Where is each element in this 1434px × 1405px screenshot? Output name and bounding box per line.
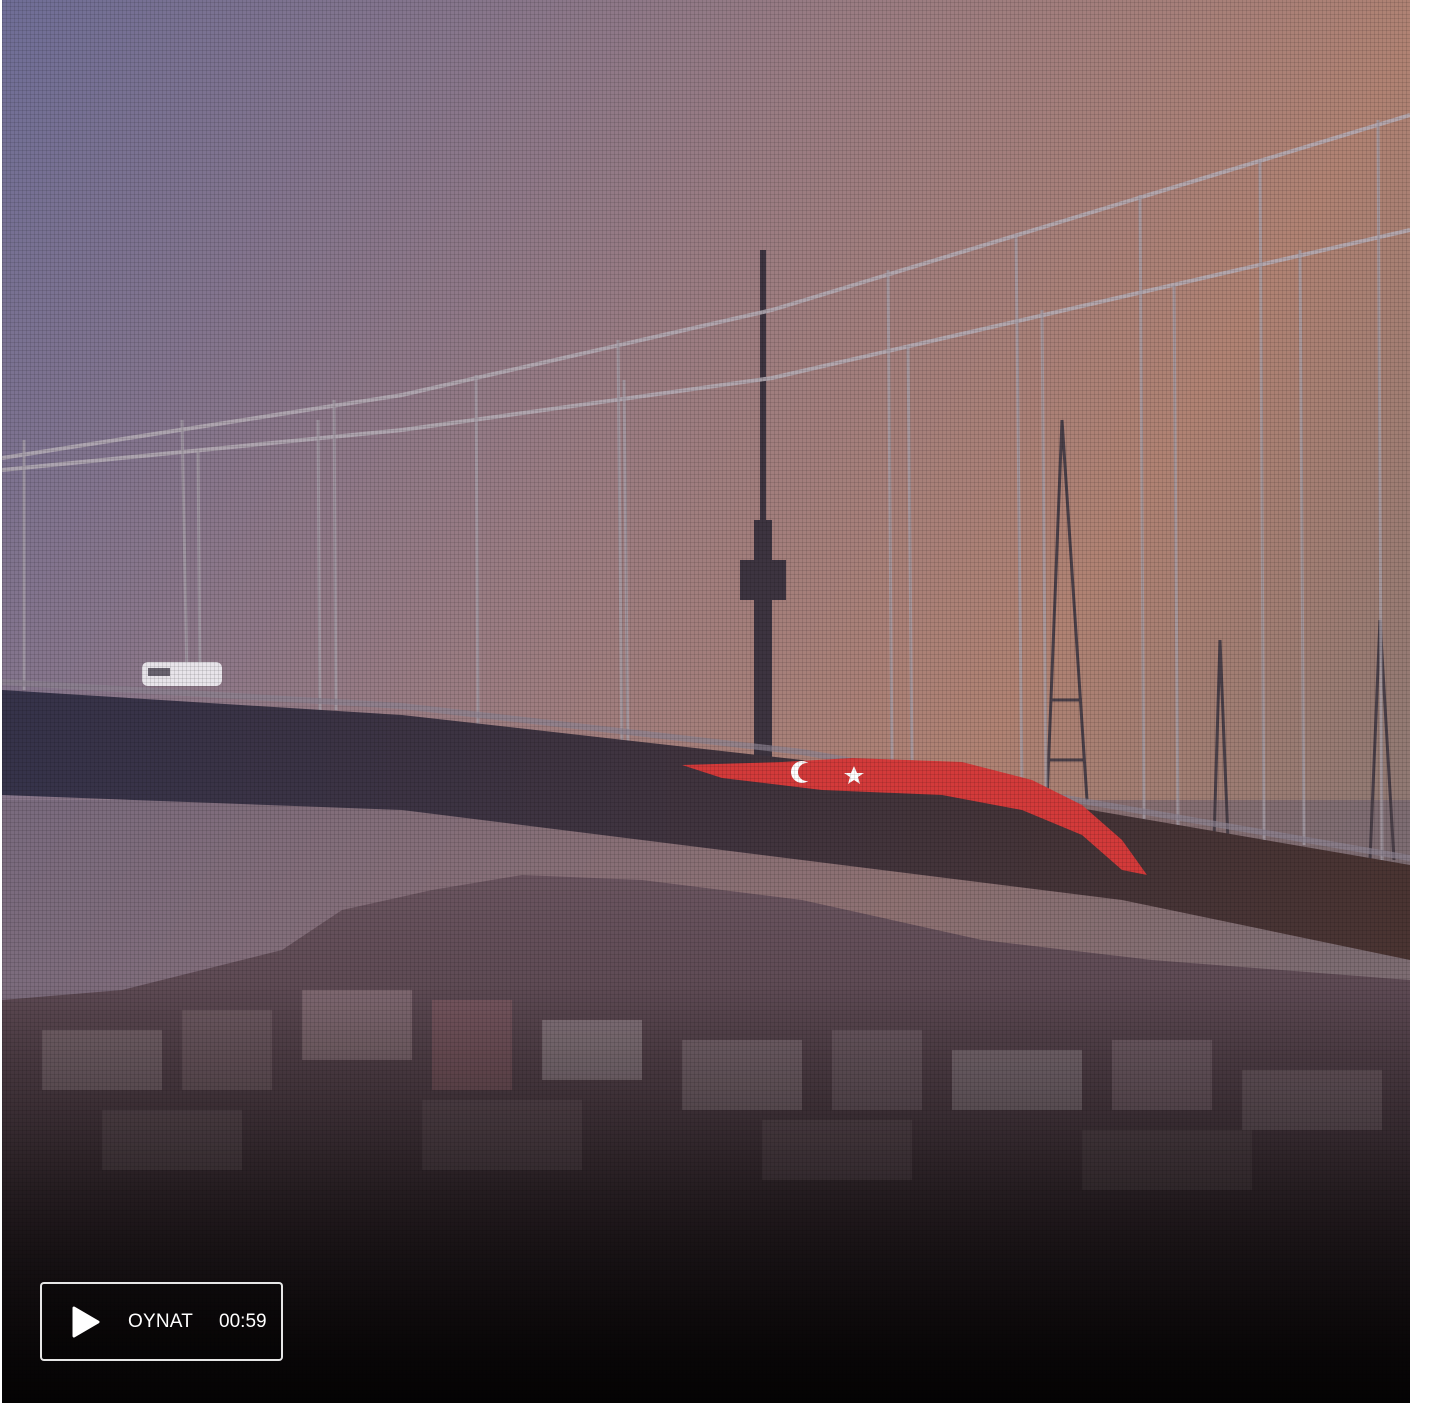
play-icon [72,1306,100,1338]
video-player[interactable] [2,0,1410,1403]
play-label: OYNAT [128,1310,194,1332]
video-duration: 00:59 [219,1310,267,1332]
video-thumbnail [2,0,1410,1403]
play-button[interactable]: OYNAT 00:59 [40,1282,283,1361]
